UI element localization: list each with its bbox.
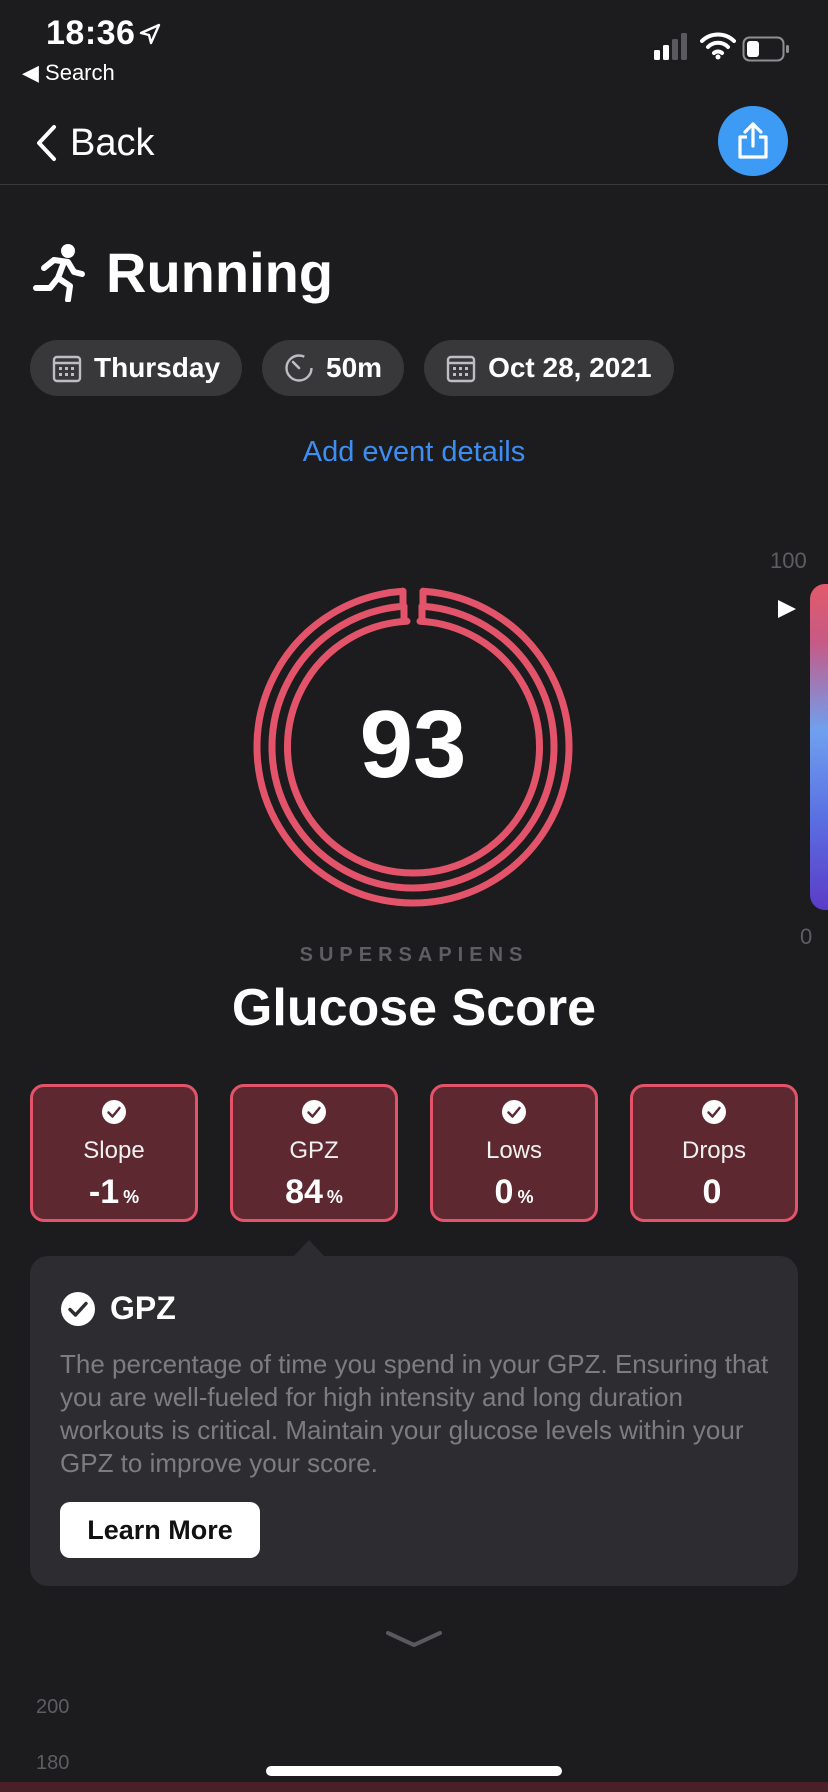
chip-day-label: Thursday xyxy=(94,352,221,383)
metric-value-row: 0 xyxy=(633,1173,795,1212)
score-scale-bar xyxy=(810,584,828,910)
activity-title: Running xyxy=(106,240,334,304)
check-circle-icon xyxy=(502,1100,526,1124)
metric-value-row: 0% xyxy=(433,1173,595,1212)
metrics-row: Slope -1% GPZ 84% Lows 0% Drops 0 xyxy=(30,1084,798,1222)
timer-icon xyxy=(285,354,313,382)
chip-duration[interactable]: 50m xyxy=(262,340,405,396)
metric-value: 0 xyxy=(494,1173,514,1211)
metric-value-row: -1% xyxy=(33,1173,195,1212)
wifi-icon xyxy=(700,32,736,60)
metric-label: GPZ xyxy=(289,1137,339,1164)
calendar-icon xyxy=(446,355,476,383)
cellular-signal-icon xyxy=(654,33,687,60)
check-circle-icon xyxy=(302,1100,326,1124)
check-circle-icon xyxy=(61,1291,95,1326)
metric-label: Lows xyxy=(485,1137,543,1164)
location-arrow-icon xyxy=(139,23,161,45)
chart-y-tick: 180 xyxy=(36,1752,70,1774)
status-time: 18:36 xyxy=(46,14,136,52)
learn-more-button[interactable]: Learn More xyxy=(60,1502,260,1558)
check-circle-icon xyxy=(702,1100,726,1124)
chip-date[interactable]: Oct 28, 2021 xyxy=(424,340,674,396)
chip-duration-label: 50m xyxy=(326,352,383,383)
metric-value-row: 84% xyxy=(233,1173,395,1212)
back-to-search-link[interactable]: ◀ Search xyxy=(22,60,115,86)
running-icon xyxy=(33,244,85,302)
brand-label: SUPERSAPIENS xyxy=(299,944,529,966)
info-card-header: GPZ xyxy=(60,1290,176,1327)
share-button[interactable] xyxy=(718,106,788,176)
metric-value: -1 xyxy=(88,1173,120,1211)
info-card-pointer xyxy=(294,1240,324,1256)
metric-value: 84 xyxy=(285,1173,323,1211)
metric-unit: % xyxy=(517,1187,534,1207)
navigation-bar: Back xyxy=(0,100,828,185)
chart-y-tick: 200 xyxy=(36,1696,70,1718)
metric-label: Drops xyxy=(681,1137,747,1164)
chevron-left-icon xyxy=(37,125,56,161)
score-marker-icon xyxy=(778,600,796,618)
activity-chips: Thursday 50m Oct 28, 2021 xyxy=(30,340,694,396)
metric-card-gpz[interactable]: GPZ 84% xyxy=(230,1084,398,1222)
metric-label: Slope xyxy=(83,1137,145,1164)
metric-unit: % xyxy=(326,1187,343,1207)
add-event-details-link[interactable]: Add event details xyxy=(0,436,828,469)
chip-day[interactable]: Thursday xyxy=(30,340,243,396)
chip-date-label: Oct 28, 2021 xyxy=(488,352,652,383)
home-indicator[interactable] xyxy=(266,1766,562,1776)
info-card-description: The percentage of time you spend in your… xyxy=(60,1349,769,1478)
chevron-down-icon[interactable] xyxy=(384,1628,444,1650)
glucose-score-value: 93 xyxy=(359,691,467,798)
metric-value: 0 xyxy=(702,1173,722,1211)
metric-card-slope[interactable]: Slope -1% xyxy=(30,1084,198,1222)
activity-header: Running xyxy=(30,240,333,304)
chart-zone-band xyxy=(0,1782,828,1792)
gpz-info-card: GPZ The percentage of time you spend in … xyxy=(30,1256,798,1586)
metric-card-lows[interactable]: Lows 0% xyxy=(430,1084,598,1222)
metric-card-drops[interactable]: Drops 0 xyxy=(630,1084,798,1222)
info-card-title: GPZ xyxy=(110,1290,176,1326)
scale-max-label: 100 xyxy=(770,548,807,573)
back-button[interactable]: Back xyxy=(34,118,154,168)
score-title: Glucose Score xyxy=(231,979,597,1037)
share-icon xyxy=(738,122,768,159)
check-circle-icon xyxy=(102,1100,126,1124)
back-label: Back xyxy=(70,121,155,164)
status-bar: 18:36 ◀ Search xyxy=(0,0,828,100)
calendar-icon xyxy=(52,355,82,383)
battery-icon xyxy=(742,36,789,62)
metric-unit: % xyxy=(123,1187,140,1207)
